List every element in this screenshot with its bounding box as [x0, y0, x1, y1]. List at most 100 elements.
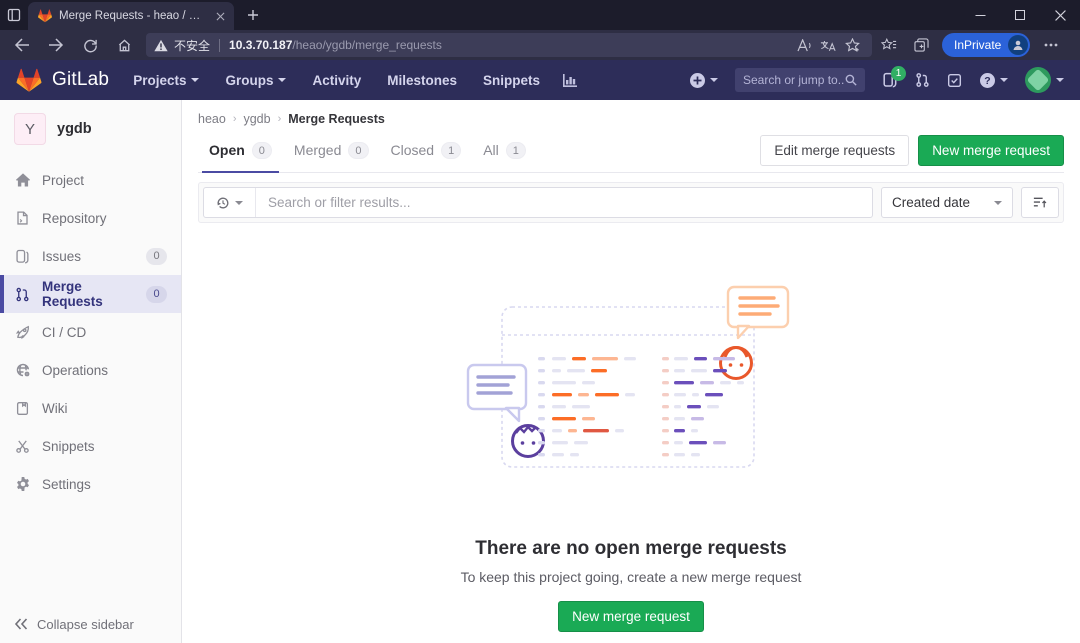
tab-all[interactable]: All1	[472, 128, 537, 172]
favorites-bar-icon[interactable]	[874, 32, 904, 58]
user-menu[interactable]	[1025, 67, 1064, 93]
count-badge: 0	[348, 142, 368, 159]
home-icon	[14, 172, 31, 189]
minimize-button[interactable]	[960, 0, 1000, 30]
project-avatar: Y	[14, 113, 46, 145]
project-header[interactable]: Y ygdb	[0, 100, 181, 153]
back-icon[interactable]	[6, 32, 38, 58]
svg-text:?: ?	[984, 75, 990, 87]
sidebar-item-snippets[interactable]: Snippets	[0, 427, 181, 465]
security-warning[interactable]: 不安全	[154, 37, 210, 54]
chevron-down-icon	[191, 78, 199, 86]
sidebar-item-label: Project	[42, 173, 84, 188]
tab-actions-icon	[7, 8, 21, 22]
more-icon[interactable]	[1036, 32, 1066, 58]
browser-tab[interactable]: Merge Requests - heao / ygdb	[28, 2, 234, 30]
browser-tab-strip: Merge Requests - heao / ygdb	[0, 0, 1080, 30]
security-warning-text: 不安全	[174, 37, 210, 54]
tab-close-icon[interactable]	[212, 8, 228, 24]
gitlab-menu: Projects Groups Activity Milestones Snippets	[133, 73, 540, 88]
chart-icon[interactable]	[562, 73, 578, 88]
filtered-search-input[interactable]: Search or filter results...	[203, 187, 873, 218]
sidebar-item-merge-requests[interactable]: Merge Requests0	[0, 275, 181, 313]
recent-searches-button[interactable]	[204, 188, 256, 217]
refresh-icon[interactable]	[74, 32, 106, 58]
avatar	[1025, 67, 1051, 93]
new-merge-request-button[interactable]: New merge request	[558, 601, 704, 632]
navbar-menu-groups[interactable]: Groups	[225, 73, 286, 88]
rocket-icon	[14, 324, 31, 341]
sidebar-item-repository[interactable]: Repository	[0, 199, 181, 237]
operations-icon	[14, 362, 31, 379]
sidebar-item-project[interactable]: Project	[0, 161, 181, 199]
empty-state-subtitle: To keep this project going, create a new…	[198, 569, 1064, 585]
count-badge: 0	[146, 248, 167, 265]
chevron-down-icon	[1000, 78, 1008, 86]
plus-menu[interactable]	[689, 72, 718, 89]
breadcrumb-item: Merge Requests	[288, 112, 385, 126]
mr-state-tabs-row: Open0Merged0Closed1All1 Edit merge reque…	[198, 128, 1064, 173]
sidebar-item-operations[interactable]: Operations	[0, 351, 181, 389]
sort-direction-button[interactable]	[1021, 187, 1059, 218]
project-sidebar: Y ygdb Project Repository Issues 0 Merge Req…	[0, 100, 182, 643]
tab-closed[interactable]: Closed1	[380, 128, 473, 172]
maximize-button[interactable]	[1000, 0, 1040, 30]
read-aloud-icon[interactable]	[792, 34, 816, 56]
filter-bar: Search or filter results... Created date	[198, 182, 1064, 223]
scissors-icon	[14, 438, 31, 455]
new-tab-button[interactable]	[240, 2, 266, 28]
breadcrumb-item[interactable]: heao	[198, 112, 226, 126]
inprivate-badge[interactable]: InPrivate	[942, 33, 1030, 57]
collapse-sidebar-button[interactable]: Collapse sidebar	[0, 605, 181, 643]
tab-actions-button[interactable]	[0, 3, 28, 27]
wiki-icon	[14, 400, 31, 417]
translate-icon[interactable]	[816, 34, 840, 56]
count-badge: 1	[506, 142, 526, 159]
tab-label: Closed	[391, 142, 435, 158]
favorite-add-icon[interactable]	[840, 34, 864, 56]
navbar-menu-activity[interactable]: Activity	[312, 73, 361, 88]
inprivate-label: InPrivate	[954, 38, 1001, 52]
global-search-input[interactable]: Search or jump to...	[735, 68, 865, 92]
repository-icon	[14, 210, 31, 227]
browser-tab-title: Merge Requests - heao / ygdb	[59, 10, 205, 22]
collapse-label: Collapse sidebar	[37, 617, 134, 632]
tab-open[interactable]: Open0	[198, 128, 283, 172]
sidebar-item-wiki[interactable]: Wiki	[0, 389, 181, 427]
close-button[interactable]	[1040, 0, 1080, 30]
sidebar-item-issues[interactable]: Issues 0	[0, 237, 181, 275]
navbar-menu-projects[interactable]: Projects	[133, 73, 199, 88]
global-search-placeholder: Search or jump to...	[743, 73, 845, 87]
tab-label: Open	[209, 142, 245, 158]
empty-state-title: There are no open merge requests	[198, 538, 1064, 560]
sidebar-item-label: Merge Requests	[42, 279, 135, 309]
chevron-down-icon	[1056, 78, 1064, 86]
merge-requests-page: heao›ygdb›Merge Requests Open0Merged0Clo…	[182, 100, 1080, 643]
navbar-menu-milestones[interactable]: Milestones	[387, 73, 457, 88]
project-name: ygdb	[57, 121, 92, 137]
issues-icon	[14, 248, 31, 265]
home-icon[interactable]	[108, 32, 140, 58]
new-merge-request-button[interactable]: New merge request	[918, 135, 1064, 166]
help-menu[interactable]: ?	[979, 72, 1008, 89]
history-icon	[216, 196, 230, 210]
sidebar-item-label: Issues	[42, 249, 81, 264]
collections-icon[interactable]	[906, 32, 936, 58]
navbar-merge-request-button[interactable]	[915, 72, 930, 88]
navbar-issues-button[interactable]: 1	[882, 72, 898, 88]
edit-merge-requests-button[interactable]: Edit merge requests	[760, 135, 909, 166]
breadcrumb-item[interactable]: ygdb	[243, 112, 270, 126]
todos-button[interactable]	[947, 73, 962, 88]
sort-by-dropdown[interactable]: Created date	[881, 187, 1013, 218]
sidebar-item-ci-cd[interactable]: CI / CD	[0, 313, 181, 351]
forward-icon[interactable]	[40, 32, 72, 58]
gitlab-wordmark[interactable]: GitLab	[52, 69, 109, 91]
sort-by-label: Created date	[892, 195, 970, 210]
gitlab-logo-icon[interactable]	[16, 68, 42, 93]
breadcrumb-separator: ›	[233, 113, 237, 125]
navbar-menu-snippets[interactable]: Snippets	[483, 73, 540, 88]
address-bar[interactable]: 不安全 10.3.70.187/heao/ygdb/merge_requests	[146, 33, 872, 57]
url-path: /heao/ygdb/merge_requests	[292, 38, 441, 52]
sidebar-item-settings[interactable]: Settings	[0, 465, 181, 503]
tab-merged[interactable]: Merged0	[283, 128, 380, 172]
